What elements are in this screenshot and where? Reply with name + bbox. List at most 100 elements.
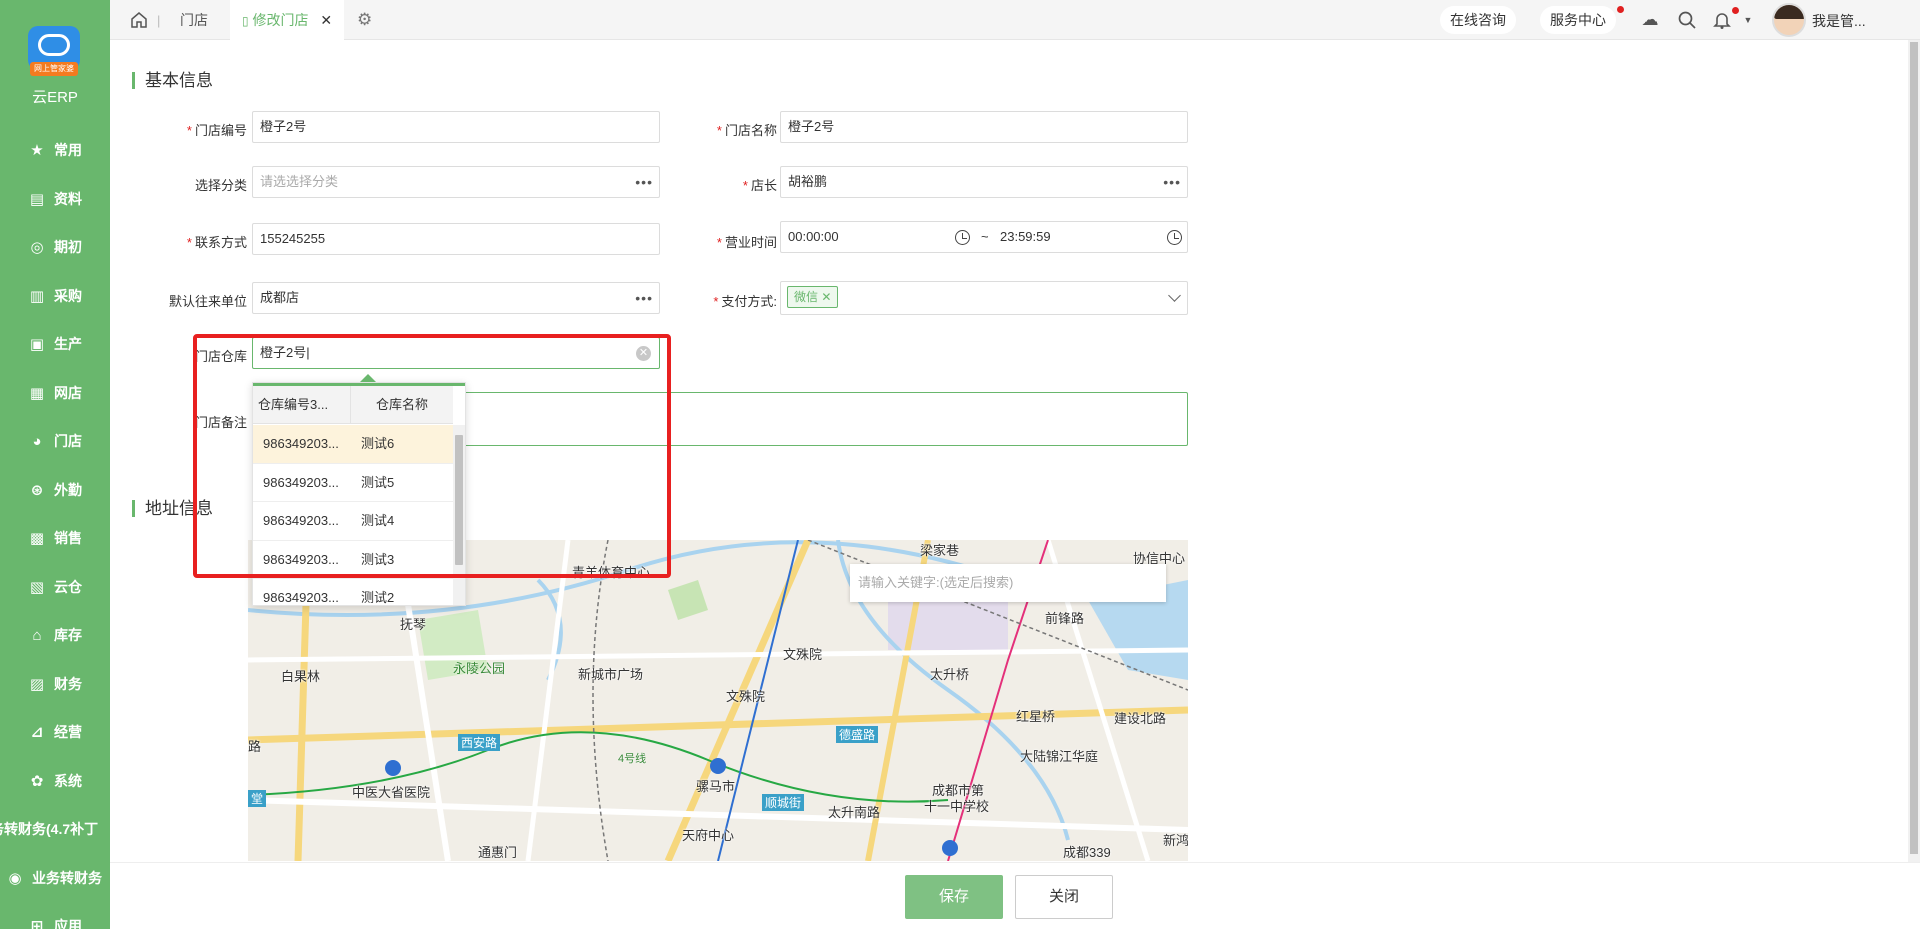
- warehouse-name-cell: 测试2: [361, 590, 395, 605]
- payment-chip[interactable]: 微信 ✕: [787, 286, 839, 308]
- avatar[interactable]: [1772, 3, 1806, 37]
- user-name[interactable]: 我是管...: [1812, 11, 1866, 31]
- clock-icon[interactable]: [955, 230, 970, 245]
- store-name-label: * 门店名称: [716, 123, 777, 138]
- bell-icon[interactable]: [1712, 10, 1732, 30]
- dropdown-row[interactable]: 986349203... 测试2: [253, 579, 453, 605]
- chevron-down-icon[interactable]: [1168, 289, 1181, 302]
- sidebar-item-12[interactable]: ⊿ 经营: [0, 708, 110, 757]
- sidebar-item-label: 常用: [54, 142, 82, 159]
- search-icon[interactable]: [1677, 10, 1697, 30]
- sidebar-item-16[interactable]: ⊞ 应用: [0, 902, 110, 929]
- warehouse-icon: ▧: [29, 578, 45, 596]
- sidebar-item-14[interactable]: 务转财务(4.7补丁: [0, 805, 110, 854]
- hours-end-input[interactable]: 23:59:59: [1000, 222, 1051, 252]
- tab-store[interactable]: 门店: [180, 0, 208, 40]
- dropdown-row[interactable]: 986349203... 测试5: [253, 464, 453, 502]
- dropdown-header: 仓库编号3... 仓库名称: [253, 386, 453, 424]
- sidebar-item-15[interactable]: ◉ 业务转财务: [0, 854, 110, 903]
- save-button[interactable]: 保存: [905, 875, 1003, 919]
- sidebar-item-label: 务转财务(4.7补丁: [0, 821, 99, 838]
- basic-info-title: 基本信息: [132, 72, 213, 89]
- sidebar-item-13[interactable]: ✿ 系统: [0, 757, 110, 806]
- page-scrollbar[interactable]: [1908, 40, 1920, 862]
- home-icon[interactable]: [130, 11, 148, 29]
- sidebar-item-6[interactable]: ◕ 门店: [0, 417, 110, 466]
- more-icon[interactable]: •••: [635, 283, 653, 313]
- manager-select[interactable]: 胡裕鹏 •••: [780, 166, 1188, 198]
- file-icon: ▯: [242, 14, 249, 28]
- sidebar-item-0[interactable]: ★ 常用: [0, 126, 110, 175]
- service-badge-dot: [1617, 6, 1624, 13]
- gear-icon[interactable]: ⚙: [357, 10, 372, 30]
- sidebar-item-4[interactable]: ▣ 生产: [0, 320, 110, 369]
- warehouse-input[interactable]: 橙子2号| ✕: [252, 337, 660, 369]
- dropdown-arrow: [360, 374, 376, 382]
- dropdown-row[interactable]: 986349203... 测试4: [253, 502, 453, 541]
- sidebar-item-10[interactable]: ⌂ 库存: [0, 611, 110, 660]
- category-placeholder: 请选选择分类: [260, 174, 339, 189]
- tab-edit-store[interactable]: ▯ 修改门店 ✕: [230, 0, 345, 40]
- cloud-download-icon[interactable]: ☁: [1640, 10, 1660, 30]
- sidebar-item-11[interactable]: ▨ 财务: [0, 660, 110, 709]
- sidebar-item-7[interactable]: ⊛ 外勤: [0, 466, 110, 515]
- more-icon[interactable]: •••: [1163, 167, 1181, 197]
- sidebar-item-3[interactable]: ▥ 采购: [0, 272, 110, 321]
- hours-range[interactable]: 00:00:00 ~ 23:59:59: [780, 221, 1188, 253]
- map-label: 天府中心: [682, 828, 735, 843]
- chip-close-icon[interactable]: ✕: [821, 290, 831, 304]
- sidebar-item-2[interactable]: ◎ 期初: [0, 223, 110, 272]
- sidebar-item-8[interactable]: ▩ 销售: [0, 514, 110, 563]
- warehouse-dropdown: 仓库编号3... 仓库名称 986349203... 测试6 986349203..…: [252, 382, 466, 606]
- clear-icon[interactable]: ✕: [636, 346, 651, 361]
- sidebar-item-label: 资料: [54, 190, 82, 207]
- clock-icon[interactable]: [1167, 230, 1182, 245]
- dropdown-rows: 986349203... 测试6 986349203... 测试5 986349203.…: [253, 425, 453, 605]
- category-select[interactable]: 请选选择分类 •••: [252, 166, 660, 198]
- map-road-label: 堂: [248, 790, 267, 807]
- logo[interactable]: 网上管家婆: [28, 26, 80, 82]
- default-unit-select[interactable]: 成都店 •••: [252, 282, 660, 314]
- store-code-input[interactable]: 橙子2号: [252, 111, 660, 143]
- dropdown-row[interactable]: 986349203... 测试6: [253, 425, 453, 464]
- col-warehouse-name: 仓库名称: [375, 397, 428, 412]
- close-icon[interactable]: ✕: [320, 12, 332, 28]
- dropdown-row[interactable]: 986349203... 测试3: [253, 541, 453, 579]
- sidebar: 网上管家婆 云ERP ★ 常用 ▤ 资料 ◎ 期初 ▥ 采购 ▣ 生产 ▦ 网店 ◕ 门店 ⊛ 外勤 ▩ 销售 ▧ 云…: [0, 0, 110, 929]
- col-warehouse-code: 仓库编号3...: [253, 386, 351, 424]
- top-bar: | 门店 ▯ 修改门店 ✕ ⚙ 在线咨询 服务中心 ☁ ▼ 我是管...: [110, 0, 1920, 40]
- store-name-input[interactable]: 橙子2号: [780, 111, 1188, 143]
- more-icon[interactable]: •••: [635, 167, 653, 197]
- map-label: 太升桥: [930, 667, 970, 682]
- sidebar-item-label: 期初: [54, 239, 82, 256]
- trend-icon: ⊿: [30, 724, 44, 742]
- map-search-input[interactable]: 请输入关键字:(选定后搜索): [850, 564, 1166, 602]
- finance-icon: ▨: [29, 675, 45, 693]
- hours-start-input[interactable]: 00:00:00: [788, 229, 839, 244]
- warehouse-code-cell: 986349203...: [263, 590, 339, 605]
- sidebar-item-5[interactable]: ▦ 网店: [0, 369, 110, 418]
- map-label: 文殊院: [726, 689, 766, 704]
- sidebar-item-9[interactable]: ▧ 云仓: [0, 563, 110, 612]
- sidebar-item-1[interactable]: ▤ 资料: [0, 175, 110, 224]
- contact-input[interactable]: 155245255: [252, 223, 660, 255]
- caret-down-icon[interactable]: ▼: [1738, 10, 1758, 30]
- dropdown-scrollbar[interactable]: [453, 425, 465, 605]
- default-unit-value: 成都店: [260, 290, 300, 305]
- sidebar-item-label: 网店: [54, 384, 82, 401]
- sidebar-item-label: 门店: [54, 433, 82, 450]
- logo-tag: 网上管家婆: [30, 62, 78, 76]
- manager-label: * 店长: [742, 178, 777, 193]
- payment-label: * 支付方式:: [713, 294, 777, 309]
- map-label: 骡马市: [696, 779, 736, 794]
- service-center-button[interactable]: 服务中心: [1540, 6, 1616, 34]
- sidebar-item-label: 外勤: [54, 481, 82, 498]
- address-info-title: 地址信息: [132, 500, 213, 517]
- warehouse-name-cell: 测试3: [361, 551, 395, 567]
- map-label: 新城市广场: [578, 667, 644, 682]
- online-consult-button[interactable]: 在线咨询: [1440, 6, 1516, 34]
- map-label: 红星桥: [1016, 709, 1056, 724]
- payment-select[interactable]: 微信 ✕: [780, 281, 1188, 315]
- close-button[interactable]: 关闭: [1015, 875, 1113, 919]
- map-label: 梁家巷: [920, 543, 960, 558]
